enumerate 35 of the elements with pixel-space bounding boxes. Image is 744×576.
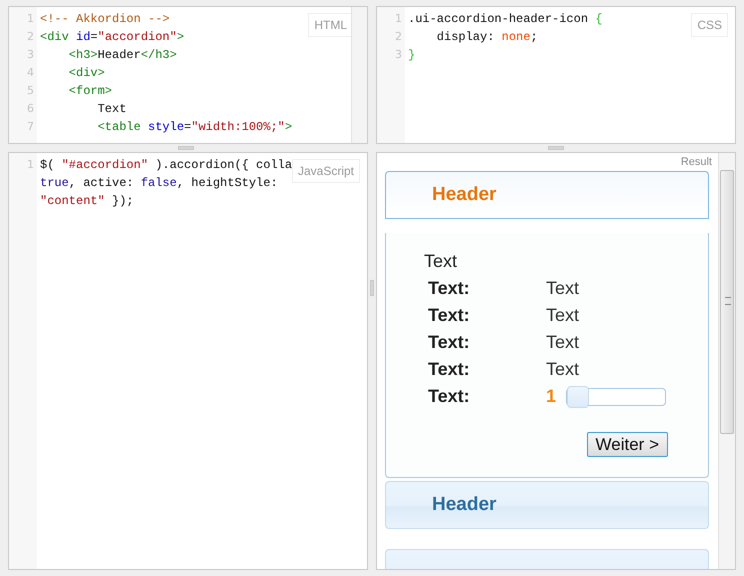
body-text: Text bbox=[424, 251, 458, 272]
code-line: <div id="accordion"> bbox=[40, 29, 186, 46]
field-label: Text: bbox=[428, 359, 471, 380]
code-line: display: none; bbox=[436, 29, 539, 46]
splitter-handle[interactable] bbox=[370, 280, 374, 296]
code-line: $( "#accordion" ).accordion({ colla true, active: false, heightStyle: "content" }); bbox=[40, 157, 292, 210]
field-label: Text: bbox=[428, 332, 471, 353]
panel-label: HTML bbox=[308, 13, 353, 37]
code-line: <div> bbox=[68, 65, 106, 82]
code-line: .ui-accordion-header-icon { bbox=[408, 11, 602, 28]
splitter-handle[interactable] bbox=[548, 146, 564, 150]
code-line: } bbox=[408, 47, 416, 64]
code-line: <h3>Header</h3> bbox=[68, 47, 178, 64]
slider-track[interactable] bbox=[566, 388, 666, 406]
slider-handle[interactable] bbox=[567, 386, 589, 408]
splitter-handle[interactable] bbox=[178, 146, 194, 150]
field-value: Text bbox=[546, 305, 580, 326]
scrollbar[interactable] bbox=[351, 7, 367, 143]
code-line: <!-- Akkordion --> bbox=[40, 11, 171, 28]
field-value: Text bbox=[546, 278, 580, 299]
accordion-header[interactable]: Header bbox=[385, 481, 709, 529]
slider-value: 1 bbox=[546, 386, 558, 407]
code-line: <form> bbox=[68, 83, 114, 100]
field-label: Text: bbox=[428, 278, 471, 299]
code-line: Text bbox=[96, 101, 128, 118]
field-label: Text: bbox=[428, 305, 471, 326]
next-button[interactable]: Weiter > bbox=[586, 432, 668, 457]
field-label: Text: bbox=[428, 386, 471, 407]
panel-label: JavaScript bbox=[292, 159, 360, 183]
accordion-header[interactable]: Header bbox=[385, 171, 709, 219]
field-value: Text bbox=[546, 359, 580, 380]
panel-label: CSS bbox=[691, 13, 728, 37]
field-value: Text bbox=[546, 332, 580, 353]
code-line: <table style="width:100%;"> bbox=[96, 119, 292, 136]
scrollbar[interactable] bbox=[718, 153, 735, 569]
